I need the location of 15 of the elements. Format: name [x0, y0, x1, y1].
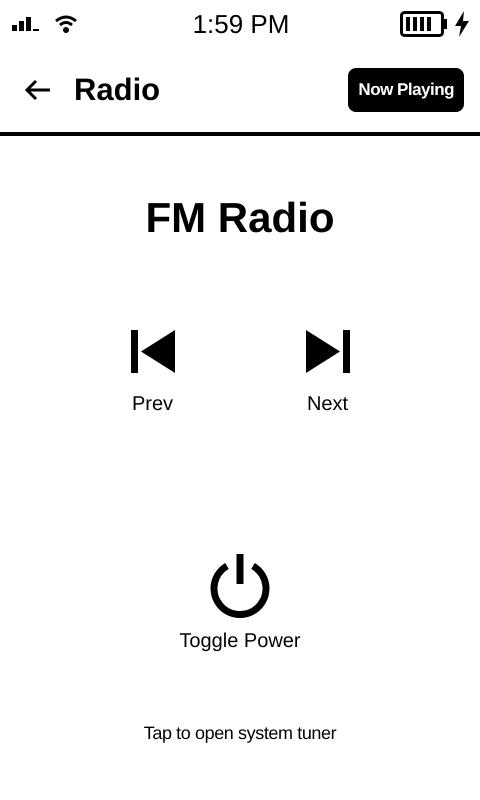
skip-back-icon: [130, 330, 174, 373]
wifi-icon: [54, 14, 78, 34]
screen-title: Radio: [74, 72, 162, 108]
prev-button[interactable]: Prev: [112, 330, 192, 416]
signal-icon: [12, 17, 40, 31]
system-tuner-link[interactable]: Tap to open system tuner: [144, 723, 336, 744]
back-arrow-icon[interactable]: [24, 78, 52, 102]
toggle-power-button[interactable]: Toggle Power: [179, 554, 301, 653]
battery-icon: [400, 11, 448, 37]
status-time: 1:59 PM: [192, 8, 290, 40]
charging-icon: [454, 11, 470, 37]
skip-forward-icon: [306, 330, 350, 373]
now-playing-button[interactable]: Now Playing: [348, 68, 464, 112]
next-button[interactable]: Next: [288, 330, 368, 416]
page-heading: FM Radio: [146, 194, 334, 242]
